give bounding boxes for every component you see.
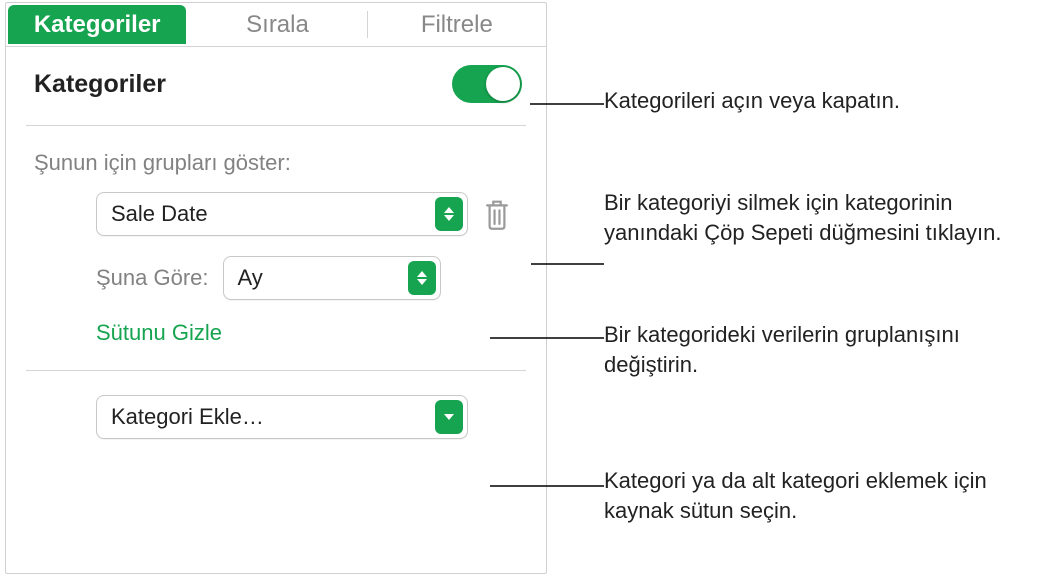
toggle-knob [486,67,520,101]
down-icon [435,400,463,434]
callout-add: Kategori ya da alt kategori eklemek için… [604,466,1034,525]
add-category-label: Kategori Ekle… [111,404,264,430]
groups-label: Şunun için grupları göster: [34,150,522,176]
group-by-select[interactable]: Ay [223,256,441,300]
section-title: Kategoriler [34,70,166,99]
categories-toggle[interactable] [452,65,522,103]
callout-toggle: Kategorileri açın veya kapatın. [604,86,1024,116]
updown-icon [435,197,463,231]
tab-categories[interactable]: Kategoriler [8,5,186,44]
tab-sort[interactable]: Sırala [188,3,366,46]
tab-bar: Kategoriler Sırala Filtrele [6,3,546,47]
group-by-value: Ay [238,265,263,291]
section-header: Kategoriler [6,47,546,125]
group-by-row: Şuna Göre: Ay [34,256,522,300]
callout-trash: Bir kategoriyi silmek için kategorinin y… [604,188,1024,247]
panel-body: Şunun için grupları göster: Sale Date Şu… [6,126,546,346]
group-select-row: Sale Date [34,192,522,236]
group-column-select[interactable]: Sale Date [96,192,468,236]
add-row: Kategori Ekle… [6,371,546,439]
updown-icon [408,261,436,295]
hide-column-link[interactable]: Sütunu Gizle [34,320,522,346]
callout-grouping: Bir kategorideki verilerin gruplanışını … [604,320,1024,379]
tab-filter[interactable]: Filtrele [368,3,546,46]
add-category-select[interactable]: Kategori Ekle… [96,395,468,439]
trash-icon[interactable] [482,198,512,230]
group-by-label: Şuna Göre: [96,265,209,291]
group-column-value: Sale Date [111,201,208,227]
categories-panel: Kategoriler Sırala Filtrele Kategoriler … [5,2,547,574]
